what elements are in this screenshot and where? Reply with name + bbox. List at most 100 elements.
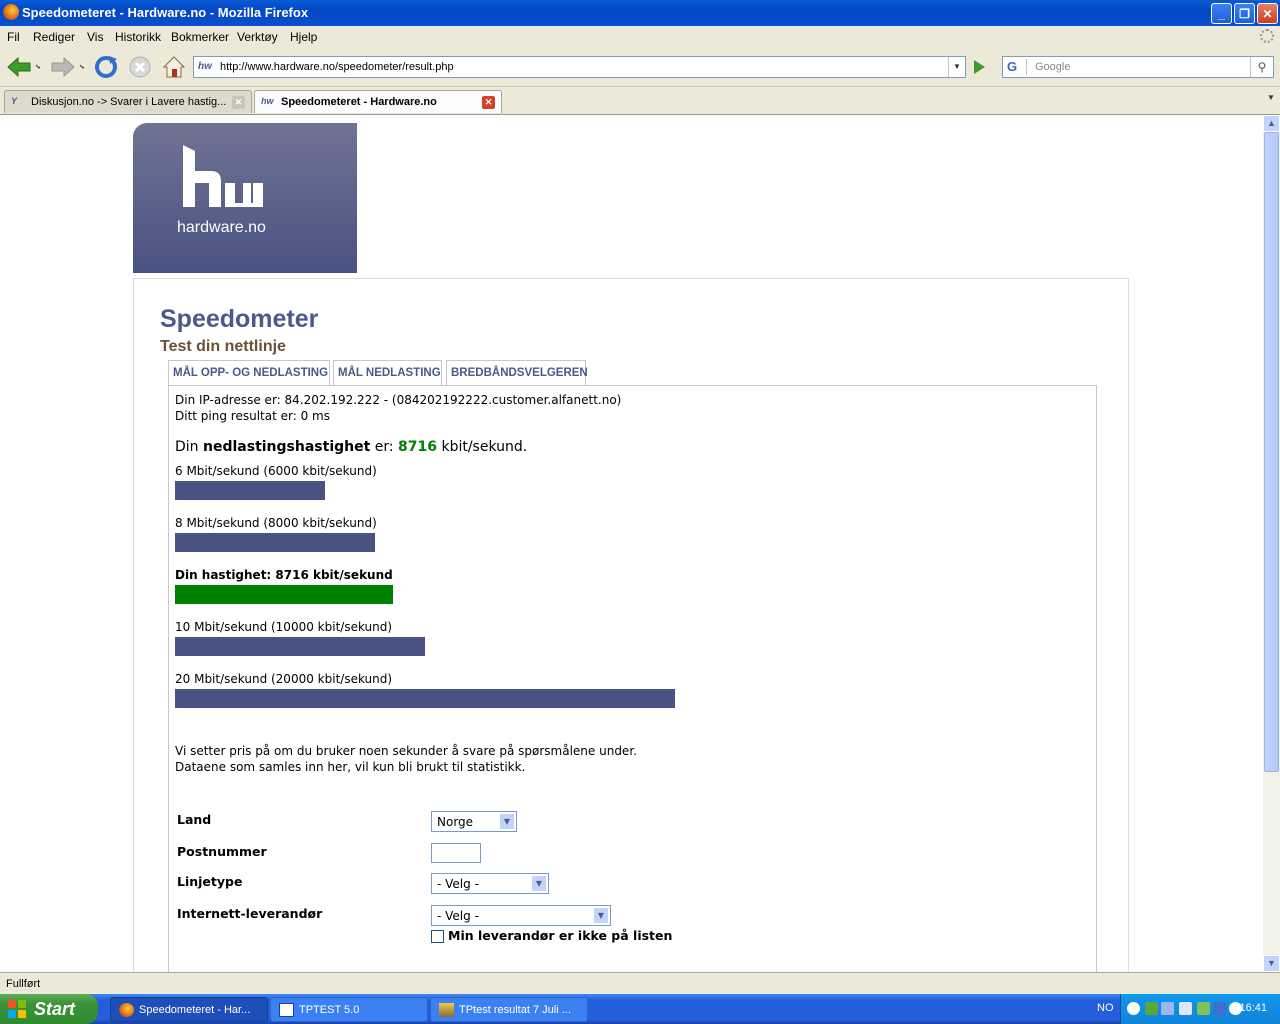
vertical-scrollbar[interactable]: ▲ ▼	[1263, 115, 1280, 972]
reference-speed-bar	[175, 689, 675, 708]
stop-button[interactable]	[127, 54, 155, 80]
task-tptest[interactable]: TPTEST 5.0	[270, 997, 428, 1022]
menu-view[interactable]: Vis	[87, 30, 103, 44]
reference-speed-label: 10 Mbit/sekund (10000 kbit/sekund)	[175, 620, 393, 634]
reference-speed-label: 20 Mbit/sekund (20000 kbit/sekund)	[175, 672, 393, 686]
tab-bar: Y Diskusjon.no -> Svarer i Lavere hastig…	[0, 87, 1280, 115]
home-button[interactable]	[161, 54, 189, 80]
clock: 16:41	[1239, 1002, 1267, 1014]
survey-intro-line1: Vi setter pris på om du bruker noen seku…	[175, 744, 637, 758]
hardware-logo[interactable]: hardware.no	[133, 123, 357, 273]
reference-speed-bar	[175, 481, 325, 500]
hardware-favicon: hw	[261, 96, 274, 106]
chevron-down-icon[interactable]: ▼	[531, 875, 547, 892]
close-window-button[interactable]: ✕	[1257, 3, 1278, 24]
logo-text: hardware.no	[177, 219, 266, 236]
start-button[interactable]: Start	[0, 994, 98, 1024]
taskbar: Start Speedometeret - Har... TPTEST 5.0 …	[0, 994, 1280, 1024]
url-text[interactable]: http://www.hardware.no/speedometer/resul…	[220, 61, 454, 73]
scrollbar-thumb[interactable]	[1264, 132, 1279, 772]
linjetype-select[interactable]: - Velg - ▼	[431, 873, 549, 894]
land-select[interactable]: Norge ▼	[431, 811, 517, 832]
provider-not-listed-checkbox[interactable]	[431, 930, 444, 943]
back-button[interactable]	[4, 54, 43, 80]
menu-file[interactable]: Fil	[7, 30, 20, 44]
url-dropdown-icon[interactable]: ▼	[948, 57, 965, 77]
tab-list-dropdown-icon[interactable]: ▼	[1264, 93, 1278, 107]
task-tptest-result[interactable]: TPtest resultat 7 Juli ...	[430, 997, 588, 1022]
page-content: hardware.no Speedometer Test din nettlin…	[0, 115, 1263, 972]
task-label: Speedometeret - Har...	[139, 1004, 251, 1016]
tray-expand-icon[interactable]	[1127, 1002, 1140, 1015]
menu-bookmarks[interactable]: Bokmerker	[171, 30, 229, 44]
linjetype-label: Linjetype	[177, 874, 243, 889]
scroll-down-icon[interactable]: ▼	[1263, 955, 1280, 972]
menu-bar: Fil Rediger Vis Historikk Bokmerker Verk…	[0, 26, 1280, 48]
windows-logo-icon	[8, 1000, 26, 1018]
chevron-down-icon[interactable]: ▼	[499, 813, 515, 830]
home-icon	[162, 56, 186, 78]
tab-label: Speedometeret - Hardware.no	[281, 96, 437, 108]
leverandor-select[interactable]: - Velg - ▼	[431, 905, 611, 926]
monitor-icon[interactable]	[1161, 1002, 1174, 1015]
window-app-icon	[279, 1003, 294, 1017]
land-value: Norge	[437, 815, 474, 829]
speed-value: 8716	[398, 439, 438, 455]
sync-icon[interactable]	[1197, 1002, 1210, 1015]
search-engine-icon[interactable]: G	[1005, 59, 1027, 75]
search-bar[interactable]: G Google ⚲	[1002, 56, 1274, 78]
provider-not-listed-label[interactable]: Min leverandør er ikke på listen	[448, 928, 672, 943]
your-speed-label: Din hastighet: 8716 kbit/sekund	[175, 568, 393, 582]
tab-broadband-selector[interactable]: BREDBÅNDSVELGEREN	[446, 360, 588, 386]
language-indicator[interactable]: NO	[1097, 1002, 1114, 1014]
go-arrow-icon	[974, 60, 985, 74]
diskusjon-favicon: Y	[11, 96, 18, 106]
reference-speed-bar	[175, 533, 375, 552]
leverandor-label: Internett-leverandør	[177, 906, 323, 921]
chevron-down-icon[interactable]: ▼	[593, 907, 609, 924]
window-title: Speedometeret - Hardware.no - Mozilla Fi…	[22, 5, 309, 20]
forward-arrow-icon	[51, 56, 87, 78]
search-placeholder: Google	[1035, 61, 1071, 73]
back-arrow-icon	[7, 56, 43, 78]
url-bar[interactable]: hw http://www.hardware.no/speedometer/re…	[193, 56, 966, 78]
survey-intro-line2: Dataene som samles inn her, vil kun bli …	[175, 760, 526, 774]
speed-suffix: kbit/sekund.	[437, 439, 528, 455]
page-subtitle: Test din nettlinje	[160, 338, 286, 355]
menu-history[interactable]: Historikk	[115, 30, 161, 44]
go-button[interactable]	[970, 58, 988, 76]
throbber-icon	[1260, 29, 1274, 43]
reference-speed-label: 8 Mbit/sekund (8000 kbit/sekund)	[175, 516, 377, 530]
speed-prefix: Din	[175, 439, 203, 455]
reload-icon	[95, 56, 117, 78]
minimize-button[interactable]: _	[1211, 3, 1232, 24]
task-label: TPtest resultat 7 Juli ...	[459, 1004, 571, 1016]
search-icon[interactable]: ⚲	[1250, 57, 1273, 77]
reload-button[interactable]	[93, 54, 121, 80]
menu-help[interactable]: Hjelp	[290, 30, 317, 44]
tab-close-icon[interactable]: ✕	[232, 96, 245, 109]
task-firefox[interactable]: Speedometeret - Har...	[110, 997, 268, 1022]
tab-close-icon[interactable]: ✕	[482, 96, 495, 109]
forward-button[interactable]	[48, 54, 87, 80]
scroll-up-icon[interactable]: ▲	[1263, 115, 1280, 132]
postnummer-input[interactable]	[431, 843, 481, 863]
volume-icon[interactable]	[1179, 1002, 1192, 1015]
tab-measure-download[interactable]: MÅL NEDLASTING	[333, 360, 442, 386]
menu-tools[interactable]: Verktøy	[237, 30, 278, 44]
menu-edit[interactable]: Rediger	[33, 30, 75, 44]
speed-bold-word: nedlastingshastighet	[203, 439, 371, 455]
tab-label: Diskusjon.no -> Svarer i Lavere hastig..…	[31, 96, 227, 108]
app-tray-icon[interactable]	[1213, 1002, 1226, 1015]
your-speed-bar	[175, 585, 393, 604]
speed-mid: er:	[370, 439, 399, 455]
tab-diskusjon[interactable]: Y Diskusjon.no -> Svarer i Lavere hastig…	[4, 90, 252, 113]
start-label: Start	[34, 999, 76, 1019]
restore-button[interactable]: ❐	[1234, 3, 1255, 24]
tab-speedometeret[interactable]: hw Speedometeret - Hardware.no ✕	[254, 90, 502, 113]
network-icon[interactable]	[1145, 1002, 1158, 1015]
tab-measure-up-down[interactable]: MÅL OPP- OG NEDLASTING	[168, 360, 330, 386]
reference-speed-bar	[175, 637, 425, 656]
window-titlebar[interactable]: Speedometeret - Hardware.no - Mozilla Fi…	[0, 0, 1280, 26]
page-title: Speedometer	[160, 305, 319, 333]
